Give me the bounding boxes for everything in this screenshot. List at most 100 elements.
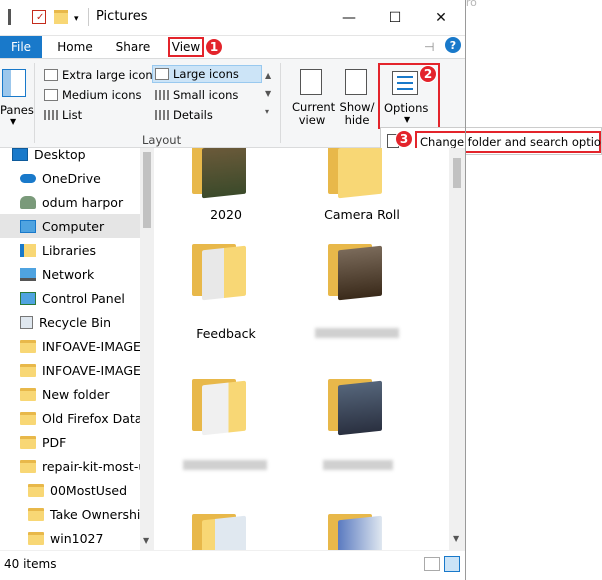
folder-item[interactable] <box>192 373 252 436</box>
nav-scrollbar-thumb[interactable] <box>143 152 151 228</box>
list-icon <box>44 110 58 120</box>
scroll-down-arrow-icon[interactable]: ▼ <box>143 536 149 545</box>
folder-label: 2020 <box>210 207 242 222</box>
current-view-label: Current view <box>292 100 336 127</box>
layout-list[interactable]: List <box>44 106 82 124</box>
folder-icon <box>20 435 36 449</box>
details-view-icon[interactable] <box>424 557 440 571</box>
nav-item-onedrive[interactable]: OneDrive <box>0 166 140 190</box>
panes-icon <box>2 69 26 97</box>
nav-item-folder[interactable]: Old Firefox Data <box>0 406 140 430</box>
tab-share[interactable]: Share <box>110 36 156 58</box>
show-hide-button[interactable]: Show/ hide <box>338 63 376 131</box>
recycle-bin-icon <box>20 315 33 329</box>
blurred-folder-name <box>315 328 399 338</box>
libraries-icon <box>20 243 36 257</box>
layout-medium-icons[interactable]: Medium icons <box>44 86 141 104</box>
tab-file[interactable]: File <box>0 36 42 58</box>
nav-item-folder[interactable]: New folder <box>0 382 140 406</box>
scroll-down-arrow-icon[interactable]: ▼ <box>453 534 459 543</box>
nav-item-network[interactable]: Network <box>0 262 140 286</box>
folder-label: Feedback <box>196 326 256 341</box>
folder-photos[interactable] <box>328 238 388 301</box>
layout-details[interactable]: Details <box>155 106 213 124</box>
blurred-folder-name <box>183 460 267 470</box>
tab-home[interactable]: Home <box>52 36 98 58</box>
network-icon <box>20 267 36 281</box>
nav-item-desktop[interactable]: Desktop <box>0 142 140 166</box>
blurred-folder-name <box>323 460 393 470</box>
nav-item-folder[interactable]: win1027 <box>0 526 140 550</box>
folder-icon <box>20 411 36 425</box>
nav-item-recycle-bin[interactable]: Recycle Bin <box>0 310 140 334</box>
folder-item[interactable] <box>192 508 252 550</box>
large-icons-view-icon[interactable] <box>444 556 460 572</box>
nav-item-computer[interactable]: Computer <box>0 214 140 238</box>
customize-quick-access-icon[interactable]: ▾ <box>74 14 79 24</box>
close-button[interactable]: ✕ <box>418 4 464 32</box>
nav-scrollbar[interactable]: ▼ <box>140 148 154 550</box>
computer-icon <box>20 219 36 233</box>
nav-item-folder[interactable]: PDF <box>0 430 140 454</box>
properties-icon[interactable]: ✓ <box>32 10 46 24</box>
extra-large-icons-icon <box>44 69 58 81</box>
panes-label: Panes <box>0 103 34 117</box>
folder-item[interactable] <box>328 373 388 436</box>
chevron-down-icon: ▼ <box>404 115 411 124</box>
folder-icon <box>20 339 36 353</box>
folder-feedback[interactable] <box>192 238 252 301</box>
layout-large-icons[interactable]: Large icons <box>152 65 262 83</box>
folder-camera-roll[interactable] <box>328 148 388 199</box>
current-view-button[interactable]: Current view <box>290 63 336 131</box>
maximize-button[interactable]: ☐ <box>372 4 418 32</box>
layout-small-icons[interactable]: Small icons <box>155 86 238 104</box>
content-area: 2020 Camera Roll Feedback ▼ <box>155 148 465 550</box>
status-bar: 40 items <box>0 550 465 580</box>
group-divider <box>34 63 35 143</box>
help-icon[interactable]: ? <box>445 37 461 53</box>
folder-icon <box>20 387 36 401</box>
folder-icon <box>28 531 44 545</box>
layout-extra-large-icons[interactable]: Extra large icons <box>44 66 159 84</box>
nav-item-folder[interactable]: 00MostUsed <box>0 478 140 502</box>
panes-button[interactable]: Panes ▼ <box>0 63 34 133</box>
small-icons-icon <box>155 90 169 100</box>
layout-group-label: Layout <box>142 133 182 147</box>
system-menu-icon[interactable] <box>8 9 11 25</box>
layout-scroll-arrows[interactable]: ▲ ▼ ▾ <box>265 67 271 121</box>
pin-ribbon-icon[interactable]: ⊣ <box>424 40 434 54</box>
options-icon <box>392 71 418 95</box>
control-panel-icon <box>20 291 36 305</box>
nav-item-folder[interactable]: repair-kit-most-u <box>0 454 140 478</box>
nav-item-control-panel[interactable]: Control Panel <box>0 286 140 310</box>
large-icons-icon <box>155 68 169 80</box>
options-label: Options <box>384 101 429 115</box>
show-hide-icon <box>345 69 367 95</box>
window-title: Pictures <box>96 9 148 24</box>
folder-2020[interactable] <box>192 148 252 199</box>
folder-label: Camera Roll <box>324 207 400 222</box>
folder-icon <box>28 507 44 521</box>
minimize-button[interactable]: — <box>326 4 372 32</box>
window-border <box>465 0 466 580</box>
show-hide-label: Show/ hide <box>339 100 375 127</box>
new-folder-icon[interactable] <box>54 10 68 24</box>
content-scrollbar-thumb[interactable] <box>453 158 461 188</box>
nav-item-user[interactable]: odum harpor <box>0 190 140 214</box>
step-badge-1: 1 <box>205 38 223 56</box>
folder-item[interactable] <box>328 508 388 550</box>
nav-item-folder[interactable]: INFOAVE-IMAGE <box>0 358 140 382</box>
nav-item-libraries[interactable]: Libraries <box>0 238 140 262</box>
title-bar: ✓ ▾ Pictures — ☐ ✕ <box>0 0 465 36</box>
chevron-down-icon: ▼ <box>10 117 17 126</box>
current-view-icon <box>300 69 322 95</box>
folder-icon <box>20 459 36 473</box>
content-scrollbar[interactable]: ▼ <box>449 148 465 550</box>
folder-icon <box>28 483 44 497</box>
nav-item-folder[interactable]: Take Ownership <box>0 502 140 526</box>
user-icon <box>20 195 36 209</box>
navigation-pane: Desktop OneDrive odum harpor Computer Li… <box>0 147 155 550</box>
desktop-icon <box>12 147 28 161</box>
tab-view[interactable]: View <box>168 37 204 57</box>
nav-item-folder[interactable]: INFOAVE-IMAGE <box>0 334 140 358</box>
